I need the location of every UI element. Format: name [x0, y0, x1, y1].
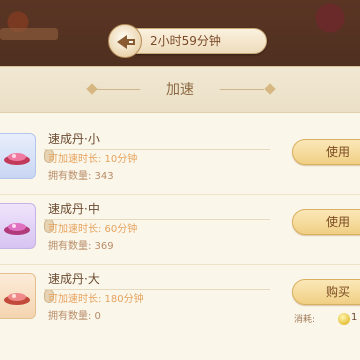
- item-duration: 可加速时长: 180分钟: [48, 294, 144, 305]
- use-button[interactable]: 使用: [292, 209, 360, 235]
- speedup-panel: 加速 速成丹·小 可加速时长: 10分钟 拥有数量: 343 使用 速成丹·中 …: [0, 66, 360, 360]
- item-owned-count: 拥有数量: 343: [48, 171, 114, 182]
- coin-icon: [338, 313, 350, 325]
- background-decoration: [0, 28, 58, 40]
- pill-dish-icon: [4, 293, 30, 305]
- remaining-time-text: 2小时59分钟: [150, 34, 221, 48]
- pill-dish-icon: [4, 223, 30, 235]
- item-name: 速成丹·小: [48, 132, 100, 146]
- item-row-medium: 速成丹·中 可加速时长: 60分钟 拥有数量: 369 使用: [0, 195, 360, 265]
- item-slot: [0, 203, 36, 249]
- panel-title: 加速: [166, 82, 194, 98]
- cost-value: 1: [351, 312, 358, 323]
- item-row-small: 速成丹·小 可加速时长: 10分钟 拥有数量: 343 使用: [0, 125, 360, 195]
- item-owned-count: 拥有数量: 369: [48, 241, 114, 252]
- item-row-large: 速成丹·大 可加速时长: 180分钟 拥有数量: 0 购买 消耗: 1: [0, 265, 360, 335]
- speedup-arrow-icon: [108, 24, 142, 58]
- item-name: 速成丹·中: [48, 202, 100, 216]
- item-name-divider: [44, 219, 270, 220]
- header-divider-right: [220, 89, 264, 90]
- cost-label: 消耗:: [294, 315, 316, 325]
- use-button[interactable]: 使用: [292, 139, 360, 165]
- item-name-divider: [44, 149, 270, 150]
- item-duration: 可加速时长: 60分钟: [48, 224, 138, 235]
- item-name-divider: [44, 289, 270, 290]
- panel-header: 加速: [0, 67, 360, 113]
- item-slot: [0, 273, 36, 319]
- buy-button[interactable]: 购买: [292, 279, 360, 305]
- item-owned-count: 拥有数量: 0: [48, 311, 101, 322]
- item-duration: 可加速时长: 10分钟: [48, 154, 138, 165]
- item-name: 速成丹·大: [48, 272, 100, 286]
- pill-dish-icon: [4, 153, 30, 165]
- item-slot: [0, 133, 36, 179]
- header-divider-left: [96, 89, 140, 90]
- header-diamond-right-icon: [264, 83, 276, 95]
